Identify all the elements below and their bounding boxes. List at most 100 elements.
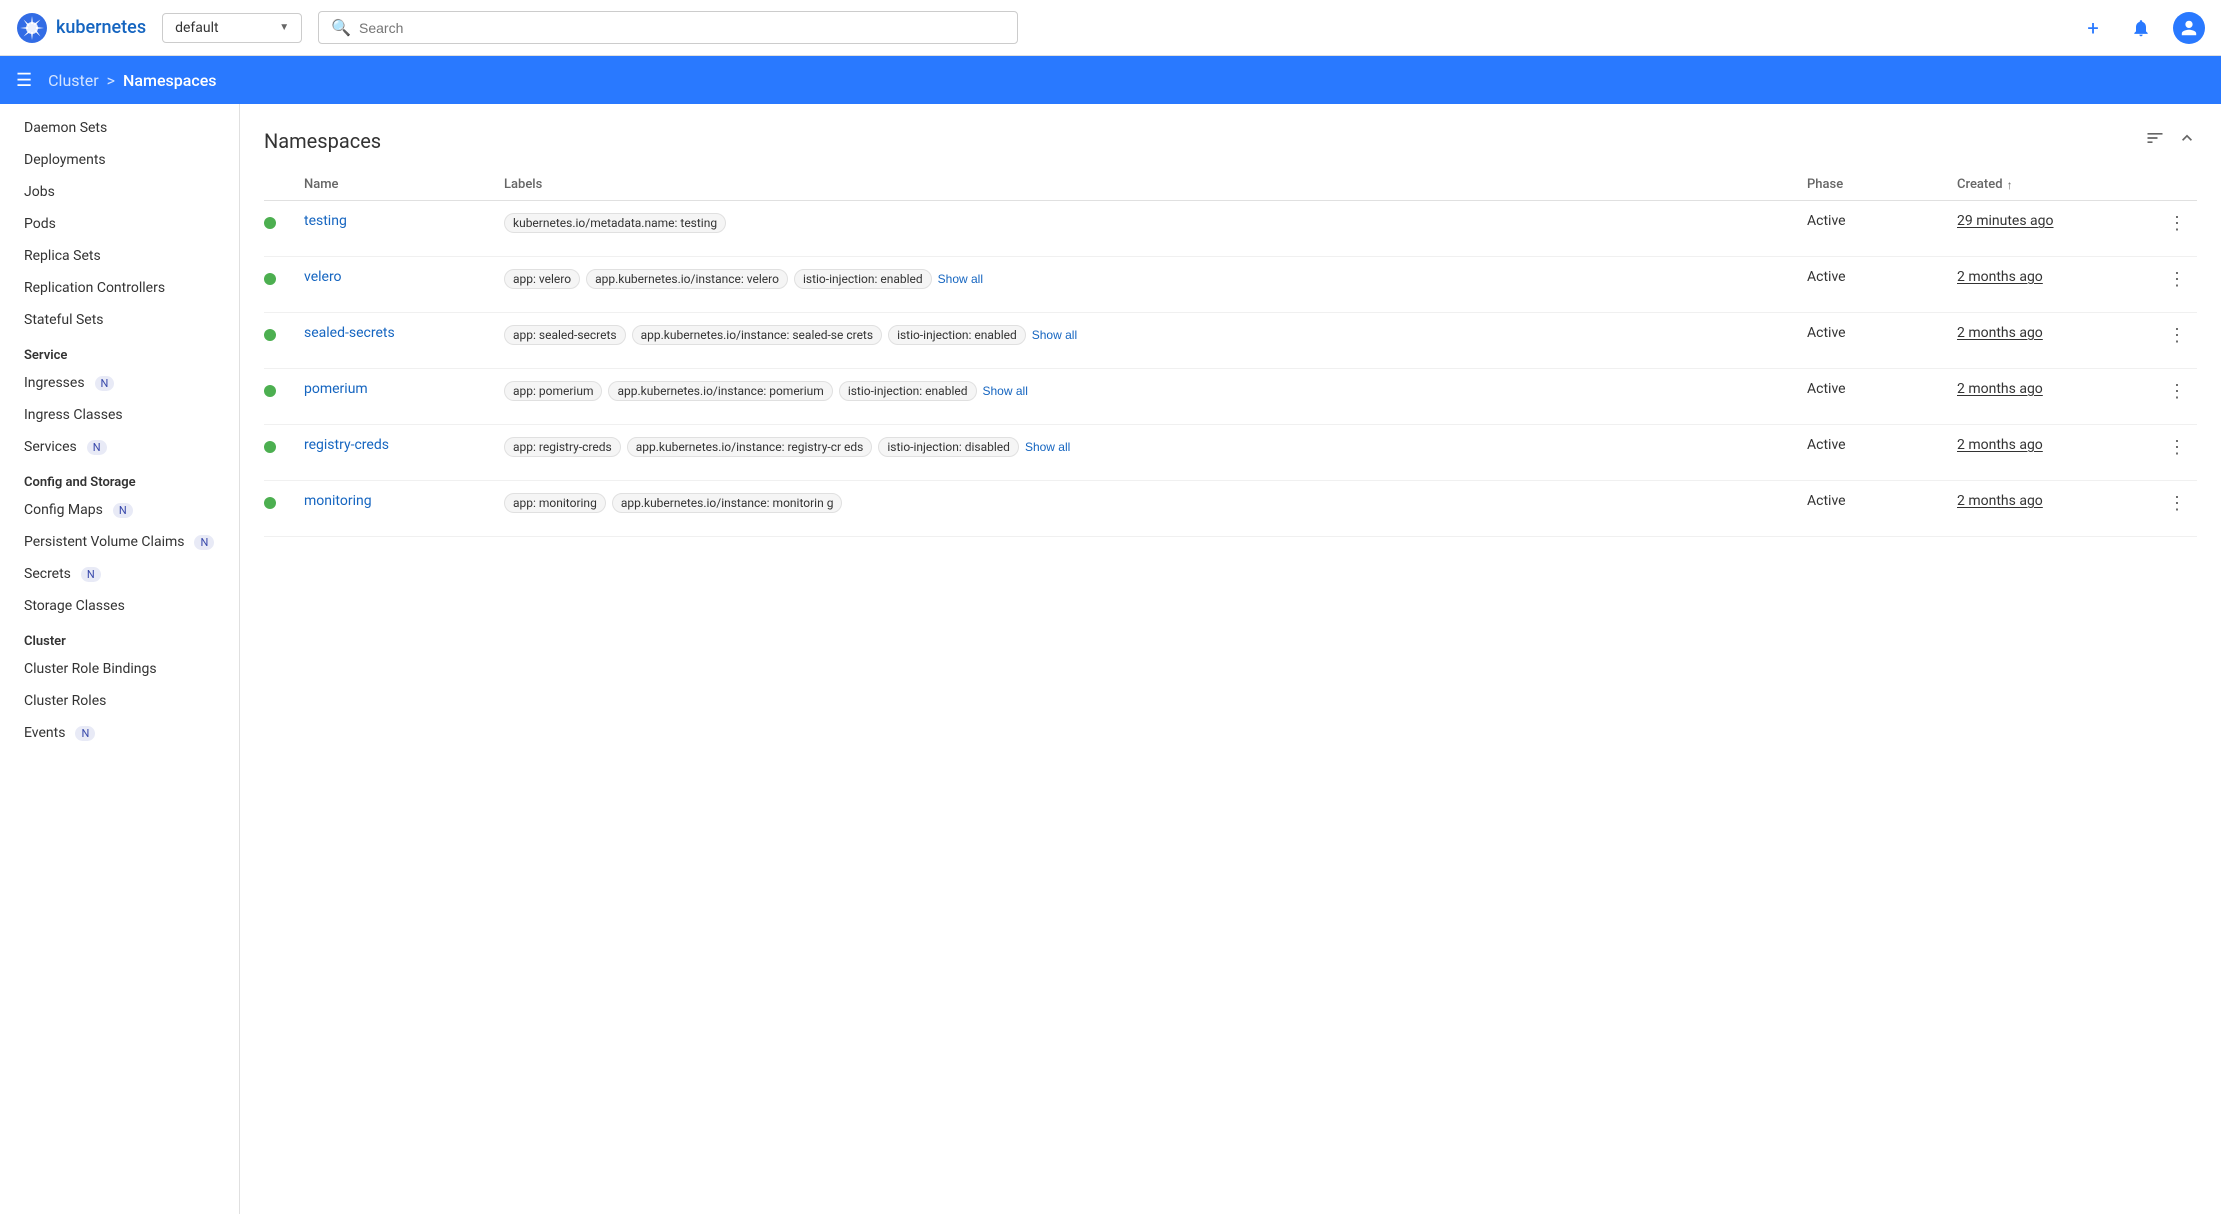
label-chip: app: registry-creds [504,437,621,457]
main-layout: Daemon Sets Deployments Jobs Pods Replic… [0,104,2221,1214]
page-header-actions [2145,128,2197,153]
labels-cell: app: registry-creds app.kubernetes.io/in… [504,437,1807,457]
label-chip: istio-injection: disabled [878,437,1019,457]
more-options-button[interactable]: ⋮ [2157,493,2197,514]
namespace-link-sealed-secrets[interactable]: sealed-secrets [304,325,395,341]
table-row: registry-creds app: registry-creds app.k… [264,425,2197,481]
chevron-down-icon: ▼ [279,22,289,33]
namespace-link-testing[interactable]: testing [304,213,347,229]
namespace-selector[interactable]: default ▼ [162,13,302,43]
show-all-button[interactable]: Show all [1025,440,1070,454]
bell-icon [2131,18,2151,38]
pvc-badge: N [194,535,214,550]
search-input[interactable] [359,20,1005,36]
search-bar[interactable]: 🔍 [318,11,1018,44]
namespace-name: pomerium [304,381,504,397]
breadcrumb-bar: ☰ Cluster > Namespaces [0,56,2221,104]
namespace-link-pomerium[interactable]: pomerium [304,381,368,397]
namespace-link-velero[interactable]: velero [304,269,342,285]
table-row: pomerium app: pomerium app.kubernetes.io… [264,369,2197,425]
page-header: Namespaces [264,128,2197,153]
sidebar-section-config-storage: Config and Storage [0,463,239,494]
sidebar-item-secrets[interactable]: Secrets N [0,558,239,590]
labels-cell: app: sealed-secrets app.kubernetes.io/in… [504,325,1807,345]
app-logo[interactable]: kubernetes [16,12,146,44]
col-actions [2157,177,2197,192]
label-chip: istio-injection: enabled [888,325,1026,345]
namespace-link-monitoring[interactable]: monitoring [304,493,372,509]
status-indicator [264,437,304,453]
phase-cell: Active [1807,325,1957,341]
sidebar-item-pvc[interactable]: Persistent Volume Claims N [0,526,239,558]
user-avatar[interactable] [2173,12,2205,44]
add-button[interactable]: + [2077,12,2109,44]
table-row: velero app: velero app.kubernetes.io/ins… [264,257,2197,313]
sidebar-item-replica-sets[interactable]: Replica Sets [0,240,239,272]
label-chip: app.kubernetes.io/instance: monitorin g [612,493,843,513]
collapse-icon[interactable] [2177,128,2197,153]
more-options-button[interactable]: ⋮ [2157,381,2197,402]
table-row: monitoring app: monitoring app.kubernete… [264,481,2197,537]
sidebar-item-replication-controllers[interactable]: Replication Controllers [0,272,239,304]
more-options-button[interactable]: ⋮ [2157,325,2197,346]
col-phase: Phase [1807,177,1957,192]
more-options-button[interactable]: ⋮ [2157,213,2197,234]
namespace-name: velero [304,269,504,285]
table-row: testing kubernetes.io/metadata.name: tes… [264,201,2197,257]
row-actions: ⋮ [2157,493,2197,514]
sidebar-item-cluster-role-bindings[interactable]: Cluster Role Bindings [0,653,239,685]
namespace-name: monitoring [304,493,504,509]
breadcrumb-parent[interactable]: Cluster [48,71,99,90]
label-chip: app: pomerium [504,381,602,401]
kubernetes-icon [16,12,48,44]
labels-cell: kubernetes.io/metadata.name: testing [504,213,1807,233]
col-name: Name [304,177,504,192]
sidebar-item-stateful-sets[interactable]: Stateful Sets [0,304,239,336]
sidebar-item-storage-classes[interactable]: Storage Classes [0,590,239,622]
page-title: Namespaces [264,129,2145,153]
status-indicator [264,269,304,285]
row-actions: ⋮ [2157,437,2197,458]
content-area: Namespaces Name Labels [240,104,2221,1214]
show-all-button[interactable]: Show all [938,272,983,286]
show-all-button[interactable]: Show all [983,384,1028,398]
breadcrumb-current: Namespaces [123,71,217,90]
col-created[interactable]: Created ↑ [1957,177,2157,192]
sidebar-item-services[interactable]: Services N [0,431,239,463]
show-all-button[interactable]: Show all [1032,328,1077,342]
phase-cell: Active [1807,213,1957,229]
more-options-button[interactable]: ⋮ [2157,437,2197,458]
created-cell: 2 months ago [1957,493,2157,509]
label-chip: app.kubernetes.io/instance: sealed-se cr… [632,325,882,345]
created-cell: 2 months ago [1957,325,2157,341]
notifications-button[interactable] [2125,12,2157,44]
row-actions: ⋮ [2157,325,2197,346]
menu-icon[interactable]: ☰ [16,70,32,91]
namespace-name: testing [304,213,504,229]
namespace-link-registry-creds[interactable]: registry-creds [304,437,389,453]
sidebar-item-ingresses[interactable]: Ingresses N [0,367,239,399]
table-header: Name Labels Phase Created ↑ [264,169,2197,201]
label-chip: kubernetes.io/metadata.name: testing [504,213,726,233]
sidebar-item-ingress-classes[interactable]: Ingress Classes [0,399,239,431]
sidebar-item-cluster-roles[interactable]: Cluster Roles [0,685,239,717]
sidebar-item-daemon-sets[interactable]: Daemon Sets [0,112,239,144]
sidebar-item-config-maps[interactable]: Config Maps N [0,494,239,526]
col-labels: Labels [504,177,1807,192]
sidebar-item-jobs[interactable]: Jobs [0,176,239,208]
config-maps-badge: N [113,503,133,518]
sidebar-item-pods[interactable]: Pods [0,208,239,240]
filter-icon[interactable] [2145,128,2165,153]
top-nav: kubernetes default ▼ 🔍 + [0,0,2221,56]
sidebar-section-cluster: Cluster [0,622,239,653]
namespace-name: sealed-secrets [304,325,504,341]
sidebar-item-deployments[interactable]: Deployments [0,144,239,176]
account-icon [2180,19,2198,37]
labels-cell: app: velero app.kubernetes.io/instance: … [504,269,1807,289]
more-options-button[interactable]: ⋮ [2157,269,2197,290]
status-indicator [264,213,304,229]
col-status [264,177,304,192]
status-indicator [264,381,304,397]
label-chip: app.kubernetes.io/instance: pomerium [608,381,832,401]
sidebar-item-events[interactable]: Events N [0,717,239,749]
